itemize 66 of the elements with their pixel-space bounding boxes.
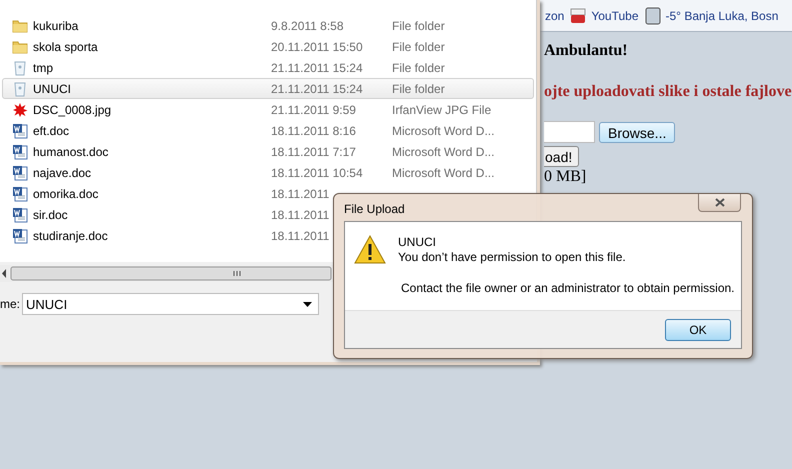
date-modified: 20.11.2011 15:50 xyxy=(271,40,363,54)
image-file-icon xyxy=(12,102,28,118)
warning-icon xyxy=(354,235,386,264)
file-name-label: me: xyxy=(0,297,20,311)
file-row[interactable]: DSC_0008.jpg 21.11.2011 9:59 IrfanView JPG File xyxy=(2,99,534,120)
file-type: Microsoft Word D... xyxy=(392,124,494,138)
dropdown-caret-icon xyxy=(303,302,312,306)
file-type: File folder xyxy=(392,40,445,54)
bookmark-link[interactable]: -5° Banja Luka, Bosn xyxy=(666,8,778,22)
file-row[interactable]: kukuriba 9.8.2011 8:58 File folder xyxy=(2,15,534,36)
file-row[interactable]: tmp 21.11.2011 15:24 File folder xyxy=(2,57,534,78)
size-limit-text: 0 MB] xyxy=(544,168,588,186)
date-modified: 18.11.2011 xyxy=(271,228,330,242)
word-document-icon xyxy=(12,228,28,244)
file-row[interactable]: eft.doc 18.11.2011 8:16 Microsoft Word D... xyxy=(2,120,534,141)
bookmark-link[interactable]: YouTube xyxy=(591,8,639,22)
word-document-icon xyxy=(12,206,28,222)
upload-button[interactable]: oad! xyxy=(544,146,580,167)
page-heading: Ambulantu! xyxy=(544,42,629,60)
file-type: File folder xyxy=(392,82,445,96)
file-name: UNUCI xyxy=(398,235,437,249)
file-name: omorika.doc xyxy=(33,186,98,200)
file-row[interactable]: najave.doc 18.11.2011 10:54 Microsoft Word D... xyxy=(2,162,534,183)
file-name: sir.doc xyxy=(33,208,68,222)
file-name: humanost.doc xyxy=(33,144,108,158)
file-type: File folder xyxy=(392,60,445,74)
file-name: studiranje.doc xyxy=(33,228,108,242)
word-document-icon xyxy=(12,186,28,202)
close-button[interactable] xyxy=(698,194,741,212)
file-name: skola sporta xyxy=(33,40,98,54)
video-site-icon xyxy=(570,8,586,24)
date-modified: 18.11.2011 xyxy=(271,208,330,222)
file-name: eft.doc xyxy=(33,124,70,138)
upload-notice: ojte uploadovati slike i ostale fajlove xyxy=(544,83,792,101)
file-type: Microsoft Word D... xyxy=(392,144,494,158)
file-row[interactable]: skola sporta 20.11.2011 15:50 File folder xyxy=(2,36,534,57)
ok-button[interactable]: OK xyxy=(665,318,731,340)
file-path-field[interactable] xyxy=(544,121,595,143)
date-modified: 21.11.2011 15:24 xyxy=(271,82,363,96)
file-name-combobox[interactable]: UNUCI xyxy=(22,293,320,315)
weather-icon xyxy=(644,6,661,24)
word-document-icon xyxy=(12,144,28,160)
file-name: tmp xyxy=(33,60,54,74)
file-type: IrfanView JPG File xyxy=(392,102,492,116)
date-modified: 21.11.2011 15:24 xyxy=(271,60,363,74)
browse-button[interactable]: Browse... xyxy=(599,122,676,142)
date-modified: 18.11.2011 10:54 xyxy=(271,166,363,180)
file-name: najave.doc xyxy=(33,166,92,180)
file-row[interactable]: humanost.doc 18.11.2011 7:17 Microsoft Word D... xyxy=(2,141,534,162)
word-document-icon xyxy=(12,122,28,138)
error-message: You don’t have permission to open this file. xyxy=(398,250,627,264)
date-modified: 18.11.2011 xyxy=(271,186,330,200)
bookmark-link[interactable]: zon xyxy=(545,8,564,22)
file-name: UNUCI xyxy=(33,82,71,96)
file-type: Microsoft Word D... xyxy=(392,166,494,180)
close-icon xyxy=(714,198,724,207)
file-type: File folder xyxy=(392,18,445,32)
file-name: DSC_0008.jpg xyxy=(33,102,112,116)
file-row[interactable]: UNUCI 21.11.2011 15:24 File folder xyxy=(2,78,534,99)
date-modified: 18.11.2011 7:17 xyxy=(271,144,356,158)
date-modified: 9.8.2011 8:58 xyxy=(271,18,344,32)
date-modified: 21.11.2011 9:59 xyxy=(271,102,356,116)
file-name: kukuriba xyxy=(33,18,78,32)
error-detail: Contact the file owner or an administrator to obtain permission. xyxy=(400,281,734,295)
date-modified: 18.11.2011 8:16 xyxy=(271,124,356,138)
word-document-icon xyxy=(12,164,28,180)
